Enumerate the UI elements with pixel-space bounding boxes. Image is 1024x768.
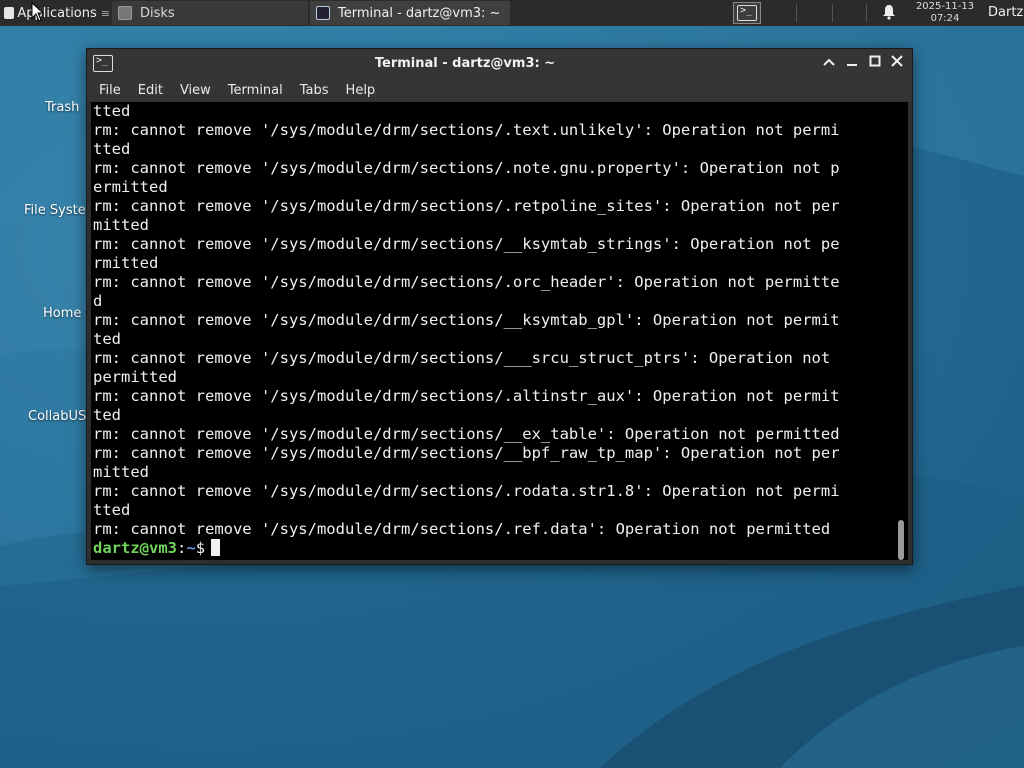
window-titlebar[interactable]: Terminal - dartz@vm3: ~ [87, 49, 912, 79]
menu-file[interactable]: File [99, 83, 121, 98]
terminal-scrollbar[interactable] [894, 102, 908, 560]
menu-help[interactable]: Help [346, 83, 376, 98]
terminal-icon [737, 5, 757, 21]
maximize-button[interactable] [866, 55, 884, 73]
terminal-output-line: rm: cannot remove '/sys/module/drm/secti… [93, 349, 831, 367]
prompt-user-host: dartz@vm3 [93, 539, 177, 557]
terminal-output-line: d [93, 292, 103, 310]
terminal-output-line: rm: cannot remove '/sys/module/drm/secti… [93, 425, 840, 443]
desktop-icon-collabus[interactable]: CollabUS [28, 409, 86, 424]
shade-window-button[interactable] [820, 55, 838, 73]
terminal-output-line: rm: cannot remove '/sys/module/drm/secti… [93, 159, 840, 177]
terminal-output-line: rm: cannot remove '/sys/module/drm/secti… [93, 121, 840, 139]
top-panel: Applications ≡ Disks Terminal - dartz@vm… [0, 0, 1024, 26]
applications-label: Applications [17, 5, 97, 21]
clock-date: 2025-11-13 [915, 1, 975, 12]
taskbar-button-disks[interactable]: Disks [112, 1, 308, 25]
terminal-output-line: mitted [93, 463, 149, 481]
menu-handle-icon: ≡ [100, 6, 110, 20]
terminal-output-line: tted [93, 501, 131, 519]
panel-clock[interactable]: 2025-11-13 07:24 [908, 1, 982, 25]
menu-tabs[interactable]: Tabs [300, 83, 329, 98]
window-title: Terminal - dartz@vm3: ~ [374, 56, 556, 71]
menu-terminal[interactable]: Terminal [228, 83, 283, 98]
panel-separator [832, 4, 833, 22]
panel-separator [796, 4, 797, 22]
tray-terminal-launcher[interactable] [733, 2, 761, 24]
prompt-separator: : [177, 539, 187, 557]
terminal-output-line: permitted [93, 368, 177, 386]
terminal-menubar: File Edit View Terminal Tabs Help [87, 79, 912, 101]
terminal-output-line: ermitted [93, 178, 168, 196]
menu-view[interactable]: View [180, 83, 211, 98]
terminal-output-line: rm: cannot remove '/sys/module/drm/secti… [93, 197, 840, 215]
terminal-output-line: rm: cannot remove '/sys/module/drm/secti… [93, 520, 831, 538]
terminal-icon [316, 6, 330, 20]
terminal-window: Terminal - dartz@vm3: ~ File Edit View T… [86, 48, 913, 565]
terminal-prompt-line: dartz@vm3:~$ [93, 539, 894, 558]
notification-bell-icon[interactable] [880, 4, 898, 22]
taskbar-label-terminal: Terminal - dartz@vm3: ~ [338, 5, 501, 21]
clock-time: 07:24 [930, 13, 960, 24]
taskbar-button-terminal[interactable]: Terminal - dartz@vm3: ~ [310, 1, 510, 25]
terminal-output-line: tted [93, 140, 131, 158]
close-button[interactable] [888, 55, 906, 73]
user-menu-button[interactable]: Dartz [988, 0, 1024, 26]
terminal-output-line: rmitted [93, 254, 159, 272]
disk-icon [118, 6, 132, 20]
panel-separator [866, 4, 867, 22]
terminal-output-line: rm: cannot remove '/sys/module/drm/secti… [93, 482, 840, 500]
prompt-path: ~ [186, 539, 196, 557]
desktop-icon-file-system[interactable]: File System [24, 203, 86, 218]
applications-menu-button[interactable]: Applications ≡ [0, 0, 110, 26]
desktop-icon-trash[interactable]: Trash [45, 100, 79, 115]
terminal-output-line: rm: cannot remove '/sys/module/drm/secti… [93, 235, 840, 253]
terminal-output-line: mitted [93, 216, 149, 234]
text-cursor [211, 539, 221, 556]
terminal-output[interactable]: tted rm: cannot remove '/sys/module/drm/s… [91, 102, 894, 560]
terminal-output-line: rm: cannot remove '/sys/module/drm/secti… [93, 444, 840, 462]
menu-edit[interactable]: Edit [138, 83, 163, 98]
mouse-pointer-icon [31, 2, 45, 22]
scrollbar-thumb[interactable] [898, 520, 904, 560]
desktop-icon-home[interactable]: Home [43, 306, 81, 321]
terminal-output-line: tted [93, 102, 131, 120]
terminal-output-line: rm: cannot remove '/sys/module/drm/secti… [93, 273, 840, 291]
terminal-output-line: ted [93, 406, 121, 424]
prompt-symbol: $ [195, 539, 206, 557]
applications-icon [4, 7, 15, 19]
terminal-lines: tted rm: cannot remove '/sys/module/drm/s… [93, 102, 894, 539]
terminal-output-line: rm: cannot remove '/sys/module/drm/secti… [93, 311, 840, 329]
taskbar-label-disks: Disks [140, 5, 175, 21]
minimize-button[interactable] [843, 55, 861, 73]
terminal-output-line: ted [93, 330, 121, 348]
terminal-output-line: rm: cannot remove '/sys/module/drm/secti… [93, 387, 840, 405]
